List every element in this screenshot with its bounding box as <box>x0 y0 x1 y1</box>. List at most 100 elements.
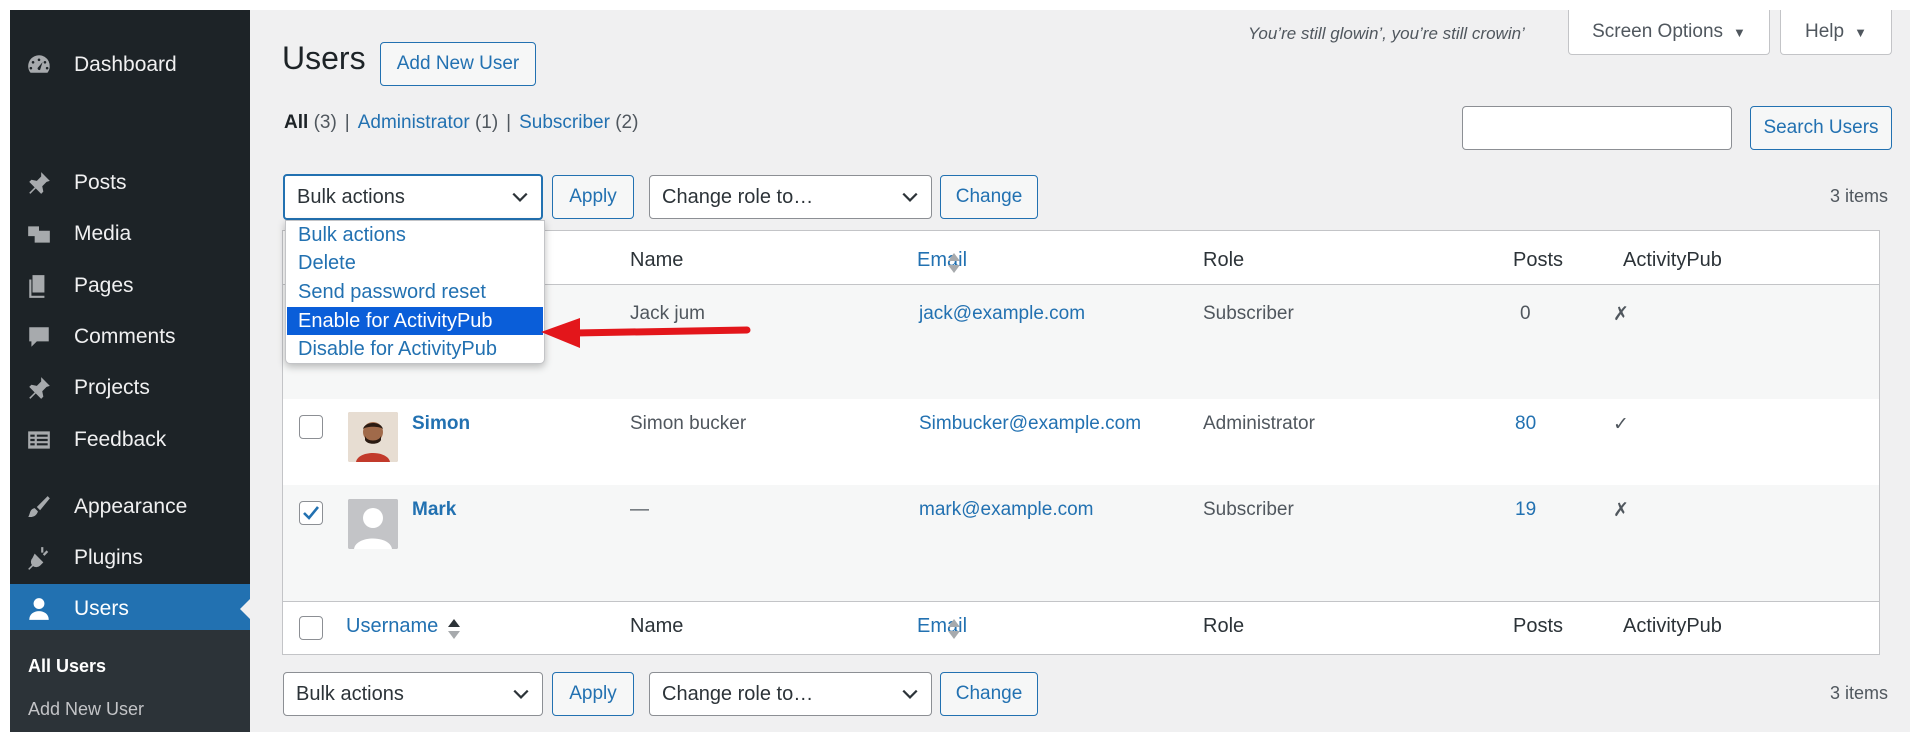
user-name: — <box>630 499 649 520</box>
column-header-name: Name <box>630 249 684 271</box>
apply-button-bottom[interactable]: Apply <box>552 672 634 716</box>
change-role-select-bottom[interactable]: Change role to… <box>649 672 932 716</box>
avatar <box>348 499 398 549</box>
select-all-checkbox[interactable] <box>299 616 323 640</box>
user-email[interactable]: jack@example.com <box>919 303 1085 325</box>
hello-dolly-tagline: You’re still glowin’, you’re still crowi… <box>1248 24 1525 43</box>
change-button-bottom[interactable]: Change <box>940 672 1038 716</box>
sort-icon[interactable] <box>947 617 961 641</box>
username-link[interactable]: Mark <box>412 499 456 521</box>
caret-down-icon: ▼ <box>1854 24 1867 40</box>
user-posts[interactable]: 19 <box>1515 499 1536 521</box>
sidebar-item-dashboard[interactable]: Dashboard <box>10 40 250 90</box>
sidebar-item-label: Plugins <box>74 546 143 569</box>
sidebar-item-comments[interactable]: Comments <box>10 312 250 362</box>
bulk-actions-select-top[interactable]: Bulk actions <box>283 174 543 220</box>
option-bulk-actions[interactable]: Bulk actions <box>287 221 543 249</box>
activitypub-status: ✓ <box>1613 414 1629 435</box>
filter-count: (1) <box>474 112 499 133</box>
sidebar-item-label: Media <box>74 222 132 245</box>
filter-all[interactable]: All <box>284 112 308 133</box>
filter-administrator[interactable]: Administrator <box>358 112 470 133</box>
plug-icon <box>24 543 54 573</box>
sidebar-item-label: Comments <box>74 325 176 348</box>
column-header-role: Role <box>1203 249 1245 271</box>
column-header-activitypub: ActivityPub <box>1623 615 1722 637</box>
sidebar-item-users[interactable]: Users <box>10 584 250 634</box>
annotation-arrow-icon <box>541 318 751 348</box>
caret-down-icon: ▼ <box>1733 24 1746 40</box>
submenu-add-new-user[interactable]: Add New User <box>28 699 144 720</box>
filter-subscriber[interactable]: Subscriber <box>519 112 610 133</box>
screen-options-button[interactable]: Screen Options ▼ <box>1568 10 1770 55</box>
comment-icon <box>24 322 54 352</box>
search-users-button[interactable]: Search Users <box>1750 106 1892 150</box>
change-button-top[interactable]: Change <box>940 175 1038 219</box>
chevron-down-icon <box>902 689 918 699</box>
sidebar-item-projects[interactable]: Projects <box>10 363 250 413</box>
footer-divider <box>283 601 1879 602</box>
user-name: Simon bucker <box>630 413 747 434</box>
username-link[interactable]: Simon <box>412 413 470 435</box>
pin-icon <box>24 168 54 198</box>
user-icon <box>24 594 54 624</box>
sidebar-item-feedback[interactable]: Feedback <box>10 415 250 465</box>
filter-separator: | <box>506 112 512 133</box>
sort-icon[interactable] <box>947 251 961 275</box>
role-filters: All (3) | Administrator (1) | Subscriber… <box>284 112 638 134</box>
user-email[interactable]: Simbucker@example.com <box>919 413 1141 435</box>
bulk-actions-select-bottom[interactable]: Bulk actions <box>283 672 543 716</box>
browser-frame: Dashboard Posts Media Pages Comments Pro… <box>10 10 1910 732</box>
column-header-name: Name <box>630 615 684 637</box>
sidebar-item-plugins[interactable]: Plugins <box>10 533 250 583</box>
sidebar-item-label: Users <box>74 597 129 620</box>
column-header-role: Role <box>1203 615 1245 637</box>
avatar <box>348 412 398 462</box>
user-email[interactable]: mark@example.com <box>919 499 1094 521</box>
change-role-select-top[interactable]: Change role to… <box>649 175 932 219</box>
option-send-password-reset[interactable]: Send password reset <box>287 278 543 306</box>
option-delete[interactable]: Delete <box>287 249 543 277</box>
search-input[interactable] <box>1462 106 1732 150</box>
checkmark-icon <box>303 506 320 520</box>
sidebar-item-label: Projects <box>74 376 150 399</box>
chevron-down-icon <box>902 192 918 202</box>
help-label: Help <box>1805 21 1845 42</box>
user-posts[interactable]: 80 <box>1515 413 1536 435</box>
sidebar-item-appearance[interactable]: Appearance <box>10 482 250 532</box>
page-title: Users <box>282 40 366 76</box>
sidebar-item-label: Feedback <box>74 428 167 451</box>
apply-button-top[interactable]: Apply <box>552 175 634 219</box>
help-button[interactable]: Help ▼ <box>1780 10 1892 55</box>
brush-icon <box>24 492 54 522</box>
column-header-username[interactable]: Username <box>346 615 438 638</box>
users-submenu: All Users Add New User <box>10 630 250 732</box>
screen-options-label: Screen Options <box>1592 21 1724 42</box>
feedback-icon <box>24 425 54 455</box>
admin-sidebar: Dashboard Posts Media Pages Comments Pro… <box>10 10 250 732</box>
items-count-top: 3 items <box>1830 186 1889 206</box>
row-checkbox[interactable] <box>299 501 323 525</box>
submenu-all-users[interactable]: All Users <box>28 656 106 677</box>
sidebar-item-posts[interactable]: Posts <box>10 158 250 208</box>
main-content: You’re still glowin’, you’re still crowi… <box>250 10 1910 732</box>
sort-icon[interactable] <box>447 617 461 641</box>
sidebar-item-label: Posts <box>74 171 127 194</box>
sidebar-item-label: Pages <box>74 274 134 297</box>
add-new-user-button[interactable]: Add New User <box>380 42 536 86</box>
sidebar-item-pages[interactable]: Pages <box>10 261 250 311</box>
change-role-value: Change role to… <box>662 185 814 208</box>
filter-count: (3) <box>313 112 337 133</box>
sidebar-item-label: Appearance <box>74 495 188 518</box>
column-header-activitypub: ActivityPub <box>1623 249 1722 271</box>
column-header-posts: Posts <box>1513 615 1564 637</box>
row-checkbox[interactable] <box>299 415 323 439</box>
user-posts: 0 <box>1520 303 1531 324</box>
option-disable-activitypub[interactable]: Disable for ActivityPub <box>287 335 543 363</box>
sidebar-item-media[interactable]: Media <box>10 209 250 259</box>
option-enable-activitypub[interactable]: Enable for ActivityPub <box>287 307 543 335</box>
filter-separator: | <box>344 112 350 133</box>
bulk-actions-dropdown: Bulk actions Delete Send password reset … <box>285 220 545 364</box>
chevron-down-icon <box>513 689 529 699</box>
change-role-value: Change role to… <box>662 682 814 705</box>
